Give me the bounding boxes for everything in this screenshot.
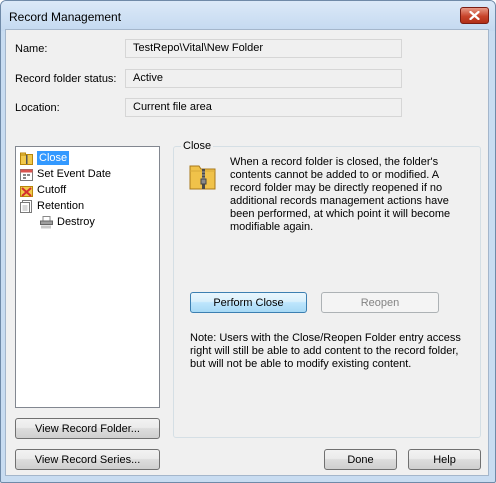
list-item-label: Cutoff — [37, 184, 67, 196]
perform-close-button[interactable]: Perform Close — [190, 292, 307, 313]
list-item-label: Retention — [37, 200, 85, 212]
name-field: TestRepo\Vital\New Folder — [125, 39, 402, 58]
status-label: Record folder status: — [15, 73, 117, 85]
window-title: Record Management — [9, 10, 122, 24]
reopen-button[interactable]: Reopen — [321, 292, 439, 313]
close-description: When a record folder is closed, the fold… — [230, 156, 451, 233]
list-item-close[interactable]: Close — [20, 150, 70, 166]
folder-zipper-icon — [189, 160, 216, 190]
location-label: Location: — [15, 102, 60, 114]
calendar-icon — [20, 168, 33, 181]
access-note: Note: Users with the Close/Reopen Folder… — [190, 332, 461, 370]
shredder-icon — [40, 215, 53, 229]
folder-zipper-icon — [20, 152, 33, 165]
location-field: Current file area — [125, 98, 402, 117]
help-button[interactable]: Help — [408, 449, 481, 470]
list-item-cutoff[interactable]: Cutoff — [20, 182, 66, 198]
status-field: Active — [125, 69, 402, 88]
list-item-destroy[interactable]: Destroy — [40, 214, 95, 230]
list-item-label: Close — [37, 151, 70, 165]
title-bar: Record Management — [1, 1, 495, 31]
retention-icon — [20, 199, 33, 213]
list-item-set-event-date[interactable]: Set Event Date — [20, 166, 111, 182]
list-item-label: Set Event Date — [37, 168, 111, 180]
view-record-folder-button[interactable]: View Record Folder... — [15, 418, 160, 439]
list-item-label: Destroy — [57, 216, 95, 228]
action-list[interactable]: Close Set Event Date Cutoff Retention De… — [15, 146, 160, 408]
close-icon — [469, 11, 480, 20]
group-title: Close — [181, 140, 214, 152]
list-item-retention[interactable]: Retention — [20, 198, 84, 214]
name-label: Name: — [15, 43, 48, 55]
window-close-button[interactable] — [460, 7, 489, 24]
cutoff-icon — [20, 184, 33, 197]
view-record-series-button[interactable]: View Record Series... — [15, 449, 160, 470]
done-button[interactable]: Done — [324, 449, 397, 470]
